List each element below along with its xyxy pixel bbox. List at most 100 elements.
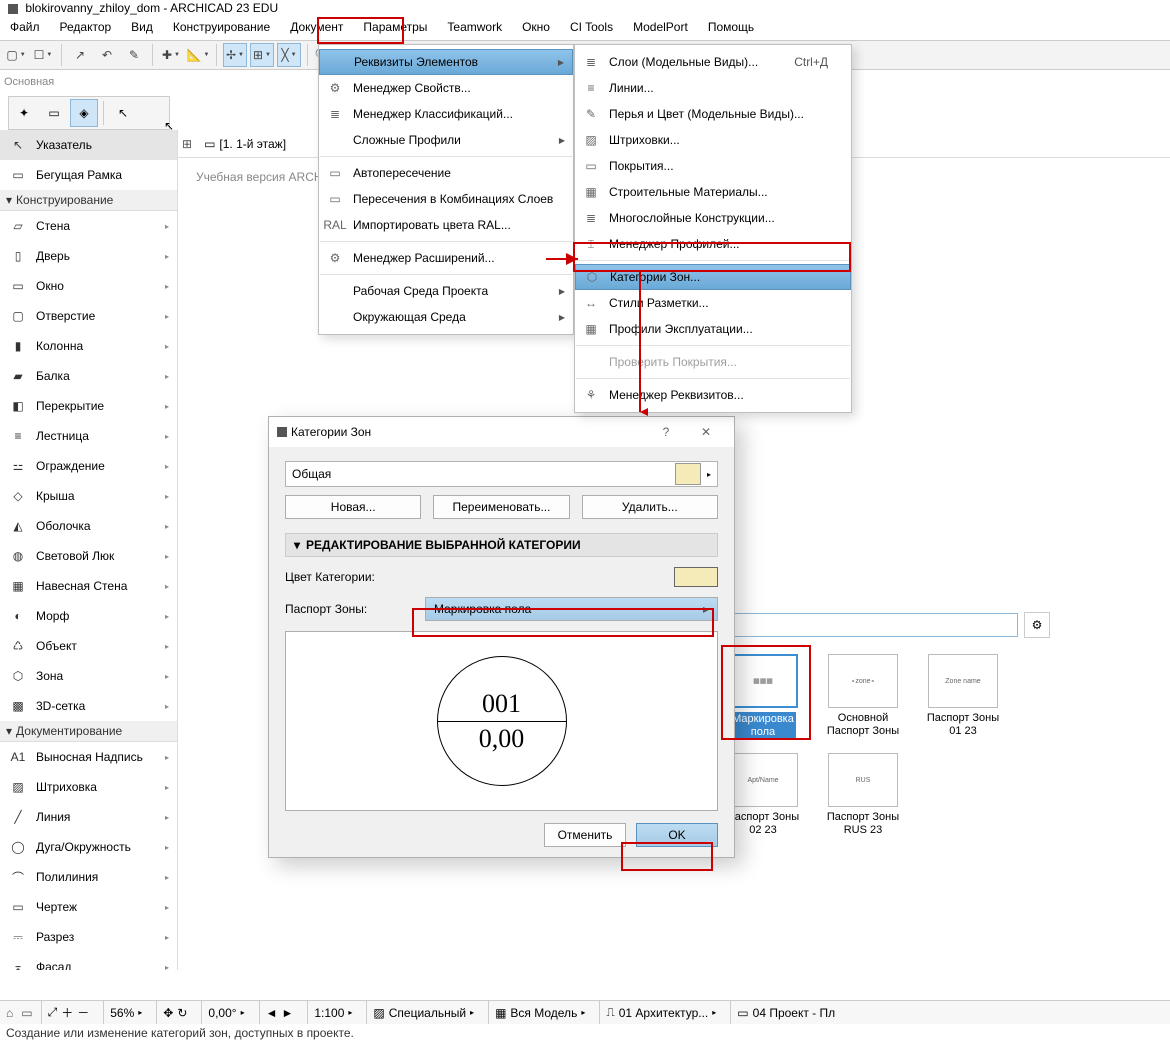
tool-Световой Люк[interactable]: ◍Световой Люк▸ [0, 541, 177, 571]
nav-fwd-icon[interactable]: ► [281, 1006, 293, 1020]
tool-3D-сетка[interactable]: ▩3D-сетка▸ [0, 691, 177, 721]
menuitem-Строительные Материалы...[interactable]: ▦Строительные Материалы... [575, 179, 851, 205]
zoom-value[interactable]: 56% [110, 1006, 134, 1020]
angle-value[interactable]: 0,00° [208, 1006, 236, 1020]
cancel-button[interactable]: Отменить [544, 823, 626, 847]
zoom-out-icon[interactable]: － [77, 1004, 89, 1021]
ok-button[interactable]: OK [636, 823, 718, 847]
tool-Объект[interactable]: ♺Объект▸ [0, 631, 177, 661]
help-button[interactable]: ? [646, 419, 686, 445]
tool-Балка[interactable]: ▰Балка▸ [0, 361, 177, 391]
menu-вид[interactable]: Вид [121, 18, 163, 40]
menuitem-Пересечения в Комбинациях Слоев[interactable]: ▭Пересечения в Комбинациях Слоев [319, 186, 573, 212]
tool-Колонна[interactable]: ▮Колонна▸ [0, 331, 177, 361]
grid-icon[interactable]: ╳▼ [277, 43, 301, 67]
model-value[interactable]: Вся Модель [510, 1006, 577, 1020]
pick-icon[interactable]: ✚▼ [159, 43, 183, 67]
menuitem-Штриховки...[interactable]: ▨Штриховки... [575, 127, 851, 153]
menuitem-Окружающая Среда[interactable]: Окружающая Среда [319, 304, 573, 330]
menuitem-Покрытия...[interactable]: ▭Покрытия... [575, 153, 851, 179]
redo-icon[interactable]: ✎ [122, 43, 146, 67]
tool-Ограждение[interactable]: ⚍Ограждение▸ [0, 451, 177, 481]
tool-Морф[interactable]: ◐Морф▸ [0, 601, 177, 631]
menuitem-Реквизиты Элементов[interactable]: Реквизиты Элементов [319, 49, 573, 75]
tool-Фасад[interactable]: ⌅Фасад▸ [0, 952, 177, 970]
rename-category-button[interactable]: Переименовать... [433, 495, 569, 519]
tab-layout-icon[interactable]: ⊞ [182, 137, 192, 151]
tool-Чертеж[interactable]: ▭Чертеж▸ [0, 892, 177, 922]
arrow-icon[interactable]: ↗ [68, 43, 92, 67]
menuitem-Менеджер Профилей...[interactable]: ⌶Менеджер Профилей... [575, 231, 851, 257]
tool-Разрез[interactable]: ⎓Разрез▸ [0, 922, 177, 952]
tool-Выносная Надпись[interactable]: A1Выносная Надпись▸ [0, 742, 177, 772]
tool-Перекрытие[interactable]: ◧Перекрытие▸ [0, 391, 177, 421]
mode-marquee-icon[interactable]: ▭ [40, 99, 68, 127]
edit-section-header[interactable]: ▾РЕДАКТИРОВАНИЕ ВЫБРАННОЙ КАТЕГОРИИ [285, 533, 718, 557]
display-value[interactable]: Специальный [389, 1006, 466, 1020]
mode-group-icon[interactable]: ◈ [70, 99, 98, 127]
mode-cursor-icon[interactable]: ↖ [109, 99, 137, 127]
menuitem-Автопересечение[interactable]: ▭Автопересечение [319, 160, 573, 186]
menuitem-Импортировать цвета RAL...[interactable]: RALИмпортировать цвета RAL... [319, 212, 573, 238]
menuitem-Перья и Цвет (Модельные Виды)...[interactable]: ✎Перья и Цвет (Модельные Виды)... [575, 101, 851, 127]
menuitem-Менеджер Реквизитов...[interactable]: ⚘Менеджер Реквизитов... [575, 382, 851, 408]
rotate-icon[interactable]: ↻ [177, 1006, 187, 1020]
palette-group-documenting[interactable]: ▾Документирование [0, 721, 177, 742]
tool-Указатель[interactable]: ↖Указатель [0, 130, 177, 160]
menu-документ[interactable]: Документ [280, 18, 353, 40]
pan-icon[interactable]: ✥ [163, 1006, 173, 1020]
palette-group-construction[interactable]: ▾Конструирование [0, 190, 177, 211]
stamp-thumb[interactable]: Zone nameПаспорт Зоны01 23 [920, 654, 1006, 739]
tool-Лестница[interactable]: ≡Лестница▸ [0, 421, 177, 451]
tool-Штриховка[interactable]: ▨Штриховка▸ [0, 772, 177, 802]
menuitem-Менеджер Расширений...[interactable]: ⚙Менеджер Расширений... [319, 245, 573, 271]
stamp-thumb[interactable]: ∘zone∘ОсновнойПаспорт Зоны [820, 654, 906, 739]
layer-combo[interactable]: 01 Архитектур... [619, 1006, 709, 1020]
menu-параметры[interactable]: Параметры [353, 18, 437, 40]
menuitem-Сложные Профили[interactable]: Сложные Профили [319, 127, 573, 153]
status-link-icon[interactable]: ▭ [21, 1006, 32, 1020]
menu-teamwork[interactable]: Teamwork [437, 18, 512, 40]
menu-помощь[interactable]: Помощь [698, 18, 764, 40]
tool-Окно[interactable]: ▭Окно▸ [0, 271, 177, 301]
menu-файл[interactable]: Файл [0, 18, 50, 40]
drawing-value[interactable]: 04 Проект - Пл [753, 1006, 836, 1020]
menuitem-Слои (Модельные Виды)...[interactable]: ≣Слои (Модельные Виды)...Ctrl+Д [575, 49, 851, 75]
tool-Дуга/Окружность[interactable]: ◯Дуга/Окружность▸ [0, 832, 177, 862]
menu-редактор[interactable]: Редактор [50, 18, 122, 40]
tool-Линия[interactable]: ╱Линия▸ [0, 802, 177, 832]
view-tab[interactable]: ▭ [1. 1-й этаж] [198, 135, 292, 153]
new-icon[interactable]: ▢▼ [4, 43, 28, 67]
zoom-fit-icon[interactable]: ⤢ [48, 1005, 58, 1020]
tool-Стена[interactable]: ▱Стена▸ [0, 211, 177, 241]
menuitem-Многослойные Конструкции...[interactable]: ≣Многослойные Конструкции... [575, 205, 851, 231]
menuitem-Рабочая Среда Проекта[interactable]: Рабочая Среда Проекта [319, 278, 573, 304]
passport-combo[interactable]: Маркировка пола [425, 597, 718, 621]
menuitem-Категории Зон...[interactable]: ⬡Категории Зон... [575, 264, 851, 290]
scale-value[interactable]: 1:100 [314, 1006, 344, 1020]
chooser-search-input[interactable] [720, 613, 1018, 637]
tool-Полилиния[interactable]: ⌒Полилиния▸ [0, 862, 177, 892]
stamp-thumb[interactable]: RUSПаспорт ЗоныRUS 23 [820, 753, 906, 836]
category-selector[interactable]: Общая ▸ [285, 461, 718, 487]
nav-back-icon[interactable]: ◄ [266, 1006, 278, 1020]
close-button[interactable]: ✕ [686, 419, 726, 445]
menuitem-Стили Разметки...[interactable]: ↔Стили Разметки... [575, 290, 851, 316]
tool-Зона[interactable]: ⬡Зона▸ [0, 661, 177, 691]
menuitem-Менеджер Свойств...[interactable]: ⚙Менеджер Свойств... [319, 75, 573, 101]
ruler-icon[interactable]: 📐▼ [186, 43, 210, 67]
snap-icon[interactable]: ⊞▼ [250, 43, 274, 67]
menuitem-Линии...[interactable]: ≡Линии... [575, 75, 851, 101]
undo-icon[interactable]: ↶ [95, 43, 119, 67]
guide-icon[interactable]: ✢▼ [223, 43, 247, 67]
menuitem-Профили Эксплуатации...[interactable]: ▦Профили Эксплуатации... [575, 316, 851, 342]
menu-окно[interactable]: Окно [512, 18, 560, 40]
menu-конструирование[interactable]: Конструирование [163, 18, 280, 40]
menu-ci tools[interactable]: CI Tools [560, 18, 623, 40]
menu-modelport[interactable]: ModelPort [623, 18, 698, 40]
delete-category-button[interactable]: Удалить... [582, 495, 718, 519]
tool-Крыша[interactable]: ◇Крыша▸ [0, 481, 177, 511]
open-icon[interactable]: ☐▼ [31, 43, 55, 67]
color-swatch[interactable] [674, 567, 718, 587]
menuitem-Менеджер Классификаций...[interactable]: ≣Менеджер Классификаций... [319, 101, 573, 127]
